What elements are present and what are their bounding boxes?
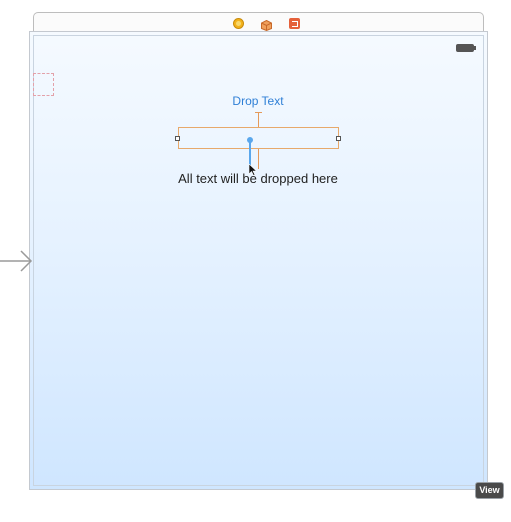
first-responder-icon[interactable] (261, 18, 272, 32)
view-badge[interactable]: View (475, 482, 504, 499)
resize-handle-right[interactable] (336, 136, 341, 141)
bottom-constraint[interactable] (258, 149, 259, 169)
drop-text-field[interactable] (178, 127, 339, 149)
mouse-pointer-icon (249, 164, 257, 176)
drop-text-label[interactable]: Drop Text (150, 94, 366, 108)
dropped-text-label[interactable]: All text will be dropped here (150, 171, 366, 186)
entry-point-arrow-icon[interactable] (0, 250, 34, 272)
exit-icon[interactable] (289, 18, 300, 29)
scene-dock (33, 12, 484, 32)
placeholder-view[interactable] (33, 73, 54, 96)
view-controller-icon[interactable] (233, 18, 244, 29)
battery-icon (456, 44, 476, 52)
top-constraint[interactable] (258, 112, 259, 127)
resize-handle-left[interactable] (175, 136, 180, 141)
